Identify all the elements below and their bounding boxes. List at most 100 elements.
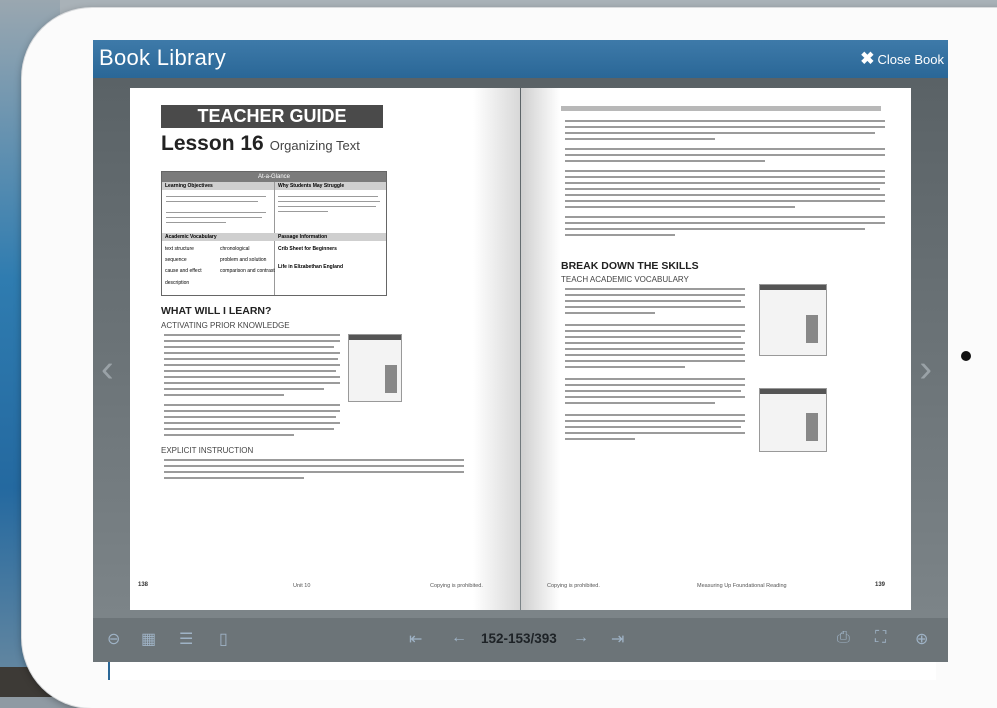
text-line xyxy=(565,288,745,290)
last-page-icon[interactable]: ⇥ xyxy=(611,629,624,649)
thumbnail-header xyxy=(760,389,826,394)
sub-heading: ACTIVATING PRIOR KNOWLEDGE xyxy=(161,321,290,330)
lesson-title: Lesson 16 Organizing Text xyxy=(161,132,360,156)
text-line xyxy=(565,194,885,196)
text-line xyxy=(565,300,741,302)
book-viewer: ‹ › TEACHER GUIDE Lesson 16 Organizing Te… xyxy=(93,78,948,618)
text-line xyxy=(565,188,880,190)
lesson-subtitle: Organizing Text xyxy=(269,138,360,153)
text-line xyxy=(565,366,685,368)
text-line xyxy=(164,364,340,366)
text-line xyxy=(164,382,340,384)
text-line xyxy=(164,352,340,354)
text-line xyxy=(164,394,284,396)
worksheet-thumbnail xyxy=(759,388,827,452)
zoom-out-icon[interactable]: ⊖ xyxy=(107,629,120,649)
close-book-button[interactable]: ✖ Close Book xyxy=(860,49,944,69)
text-line xyxy=(164,404,340,406)
thumbnail-figure xyxy=(806,315,818,343)
list-icon[interactable]: ☰ xyxy=(179,629,193,649)
previous-page-arrow-icon[interactable]: ‹ xyxy=(101,348,114,391)
page-footer: Unit 10 xyxy=(293,583,311,589)
thumbnail-header xyxy=(760,285,826,290)
text-line xyxy=(565,354,745,356)
text-line xyxy=(565,396,745,398)
glance-title: At-a-Glance xyxy=(162,172,386,182)
text-line xyxy=(565,348,743,350)
text-line xyxy=(565,324,745,326)
worksheet-thumbnail xyxy=(759,284,827,356)
text-line xyxy=(565,402,715,404)
text-line xyxy=(164,465,464,467)
vocab-word: comparison and contrast xyxy=(220,268,275,274)
text-line xyxy=(166,222,226,223)
page-number: 139 xyxy=(875,582,886,588)
glance-objectives-label: Learning Objectives xyxy=(165,183,213,189)
vocab-word: description xyxy=(165,280,190,286)
text-line xyxy=(565,336,741,338)
text-line xyxy=(565,414,745,416)
vocab-word: problem and solution xyxy=(220,257,267,263)
page-number: 138 xyxy=(138,582,149,588)
open-book: TEACHER GUIDE Lesson 16 Organizing Text A… xyxy=(130,88,911,610)
passage-title: Crib Sheet for Beginners xyxy=(278,246,337,252)
text-line xyxy=(278,211,328,212)
text-line xyxy=(166,201,258,202)
text-line xyxy=(565,342,745,344)
text-line xyxy=(164,388,324,390)
text-line xyxy=(565,170,885,172)
right-page: BREAK DOWN THE SKILLS TEACH ACADEMIC VOC… xyxy=(521,88,911,610)
text-line xyxy=(166,212,266,213)
text-line xyxy=(565,216,885,218)
section-heading: BREAK DOWN THE SKILLS xyxy=(561,260,699,272)
sub-heading: TEACH ACADEMIC VOCABULARY xyxy=(561,275,689,284)
text-line xyxy=(565,154,885,156)
text-line xyxy=(565,438,635,440)
text-line xyxy=(164,428,334,430)
teacher-guide-banner: TEACHER GUIDE xyxy=(161,105,383,128)
bookmark-icon[interactable]: ▯ xyxy=(219,629,228,649)
title-bar: Book Library ✖ Close Book xyxy=(93,40,948,78)
text-line xyxy=(565,384,745,386)
at-a-glance-table: At-a-Glance Learning Objectives Why Stud… xyxy=(161,171,387,296)
text-line xyxy=(565,420,745,422)
screen-bottom-strip xyxy=(108,662,936,680)
page-footer: Copying is prohibited. xyxy=(430,583,483,589)
text-line xyxy=(565,432,745,434)
thumbnail-figure xyxy=(385,365,397,393)
camera-dot xyxy=(961,351,971,361)
text-line xyxy=(565,294,745,296)
thumbnails-icon[interactable]: ▦ xyxy=(141,629,156,649)
text-line xyxy=(278,196,378,197)
passage-title: Life in Elizabethan England xyxy=(278,264,344,270)
previous-page-icon[interactable]: ← xyxy=(451,629,467,647)
page-header-bar xyxy=(561,106,881,111)
text-line xyxy=(164,471,464,473)
text-line xyxy=(164,358,338,360)
page-indicator[interactable]: 152-153/393 xyxy=(481,631,557,646)
text-line xyxy=(565,176,885,178)
print-icon[interactable]: ⎙ xyxy=(837,629,850,647)
text-line xyxy=(164,477,304,479)
text-line xyxy=(164,346,334,348)
text-line xyxy=(565,378,745,380)
text-line xyxy=(278,206,376,207)
text-line xyxy=(565,126,885,128)
sub-heading: EXPLICIT INSTRUCTION xyxy=(161,446,254,455)
app-title: Book Library xyxy=(99,45,227,70)
next-page-icon[interactable]: → xyxy=(573,629,589,647)
first-page-icon[interactable]: ⇤ xyxy=(409,629,422,649)
glance-passage-label: Passage Information xyxy=(278,234,328,240)
next-page-arrow-icon[interactable]: › xyxy=(919,348,932,391)
bottom-toolbar: ⊖ ▦ ☰ ▯ ⇤ ← 152-153/393 → ⇥ ⎙ ⛶ ⊕ xyxy=(93,618,948,662)
text-line xyxy=(164,370,336,372)
thumbnail-figure xyxy=(806,413,818,441)
text-line xyxy=(565,234,675,236)
left-page: TEACHER GUIDE Lesson 16 Organizing Text A… xyxy=(130,88,520,610)
text-line xyxy=(565,138,715,140)
zoom-in-icon[interactable]: ⊕ xyxy=(915,629,928,649)
text-line xyxy=(164,376,340,378)
fullscreen-icon[interactable]: ⛶ xyxy=(875,629,886,647)
thumbnail-header xyxy=(349,335,401,340)
text-line xyxy=(164,416,336,418)
